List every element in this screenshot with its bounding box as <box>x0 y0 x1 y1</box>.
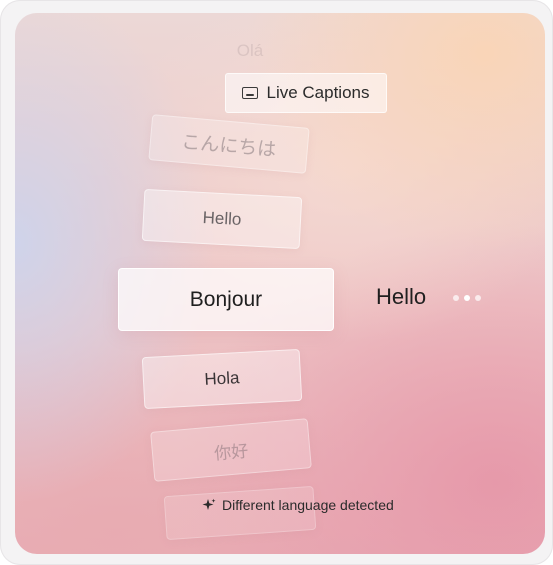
typing-dots-indicator <box>453 295 481 301</box>
language-card-french-selected[interactable]: Bonjour <box>118 268 334 331</box>
language-card-japanese[interactable]: こんにちは <box>148 114 310 174</box>
typing-dot <box>464 295 470 301</box>
language-card-label: 你好 <box>213 441 249 463</box>
language-card-label: Bonjour <box>189 287 263 311</box>
language-card-label: こんにちは <box>180 131 278 161</box>
language-card-chinese[interactable]: 你好 <box>150 418 312 482</box>
language-detected-text: Different language detected <box>222 497 394 513</box>
translation-output: Hello <box>376 284 427 309</box>
language-detected-notice: Different language detected <box>202 497 394 513</box>
typing-dot <box>475 295 481 301</box>
faded-language-word: Olá <box>236 41 264 59</box>
language-card-label: Hello <box>202 207 242 230</box>
sparkle-icon <box>202 498 216 510</box>
language-card-faded <box>163 485 317 541</box>
live-captions-panel: Olá Live Captions こんにちは Hello Bonjour Ho… <box>15 13 545 554</box>
live-captions-label: Live Captions <box>266 83 370 102</box>
language-card-spanish[interactable]: Hola <box>141 348 303 410</box>
language-card-label: Hola <box>204 368 240 389</box>
language-card-english[interactable]: Hello <box>141 188 303 250</box>
typing-dot <box>453 295 459 301</box>
screenshot-frame: Olá Live Captions こんにちは Hello Bonjour Ho… <box>0 0 553 565</box>
closed-captions-icon <box>242 87 259 99</box>
live-captions-button[interactable]: Live Captions <box>225 73 387 113</box>
